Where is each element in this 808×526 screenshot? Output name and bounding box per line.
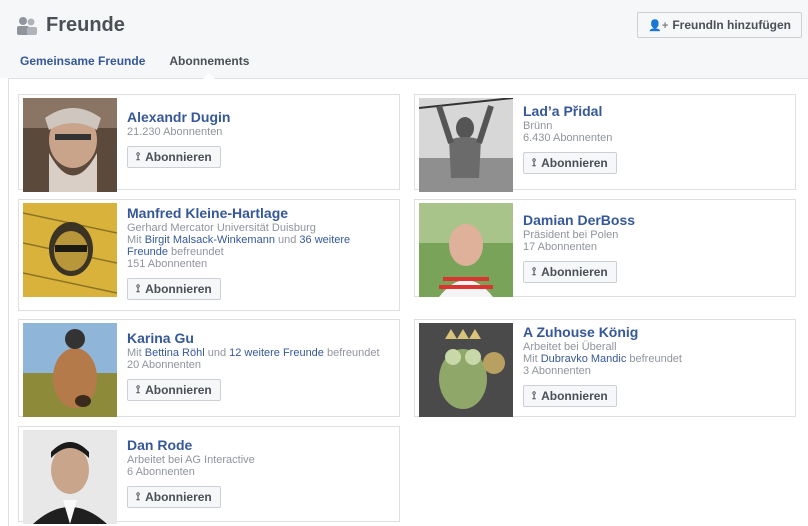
subscribe-label: Abonnieren — [145, 150, 212, 164]
more-friends-link[interactable]: 12 weitere Freunde — [229, 347, 324, 359]
rss-icon: ⟟ — [136, 283, 141, 295]
list-item: Alexandr Dugin 21.230 Abonnenten ⟟ Abonni… — [18, 94, 400, 192]
profile-photo[interactable] — [23, 98, 117, 192]
mutual-friend-link[interactable]: Birgit Malsack-Winkemann — [145, 234, 275, 246]
mutual-friend-link[interactable]: Dubravko Mandic — [541, 353, 627, 365]
rss-icon: ⟟ — [136, 151, 141, 163]
profile-photo[interactable] — [419, 323, 513, 417]
follower-count: 17 Abonnenten — [523, 241, 598, 253]
card-info: Manfred Kleine-Hartlage Gerhard Mercator… — [127, 205, 391, 300]
follower-count: 151 Abonnenten — [127, 258, 208, 270]
profile-photo[interactable] — [419, 203, 513, 297]
rss-icon: ⟟ — [532, 390, 537, 402]
subscribe-button[interactable]: ⟟ Abonnieren — [127, 379, 221, 401]
card-info: Damian DerBoss Präsident bei Polen 17 Ab… — [523, 212, 787, 283]
subscribe-button[interactable]: ⟟ Abonnieren — [523, 152, 617, 174]
profile-name[interactable]: Dan Rode — [127, 437, 391, 453]
location-text: Brünn — [523, 120, 553, 132]
follower-count: 20 Abonnenten — [127, 359, 202, 371]
card-info: A Zuhouse König Arbeitet bei Überall Mit… — [523, 324, 787, 407]
subscribe-label: Abonnieren — [145, 383, 212, 397]
subscribe-button[interactable]: ⟟ Abonnieren — [127, 278, 221, 300]
subscribe-label: Abonnieren — [541, 265, 608, 279]
list-item: Manfred Kleine-Hartlage Gerhard Mercator… — [18, 199, 400, 311]
workplace-text: Arbeitet bei AG Interactive — [127, 454, 255, 466]
profile-name[interactable]: Damian DerBoss — [523, 212, 787, 228]
left-border — [0, 78, 9, 526]
list-item: Dan Rode Arbeitet bei AG Interactive 6 A… — [18, 426, 400, 524]
subscribe-label: Abonnieren — [145, 490, 212, 504]
follower-count: 6 Abonnenten — [127, 466, 195, 478]
add-friend-label: FreundIn hinzufügen — [672, 18, 791, 32]
rss-icon: ⟟ — [136, 384, 141, 396]
workplace-text: Arbeitet bei Überall — [523, 341, 617, 353]
list-item: Damian DerBoss Präsident bei Polen 17 Ab… — [414, 199, 796, 297]
add-friend-icon: 👤+ — [648, 19, 669, 32]
subscribe-button[interactable]: ⟟ Abonnieren — [127, 146, 221, 168]
list-item: Lad’a Přidal Brünn 6.430 Abonnenten ⟟ Abo… — [414, 94, 796, 192]
follower-count: 6.430 Abonnenten — [523, 132, 613, 144]
profile-name[interactable]: Karina Gu — [127, 330, 391, 346]
add-friend-button[interactable]: 👤+ FreundIn hinzufügen — [637, 12, 802, 38]
card-info: Karina Gu Mit Bettina Röhl und 12 weiter… — [127, 330, 391, 401]
subscribe-label: Abonnieren — [541, 389, 608, 403]
friends-icon — [17, 16, 37, 35]
follower-count: 3 Abonnenten — [523, 365, 591, 377]
profile-name[interactable]: Manfred Kleine-Hartlage — [127, 205, 391, 221]
subscribe-button[interactable]: ⟟ Abonnieren — [127, 486, 221, 508]
subscribe-label: Abonnieren — [145, 282, 212, 296]
profile-photo[interactable] — [23, 323, 117, 417]
rss-icon: ⟟ — [136, 491, 141, 503]
tab-mutual-friends[interactable]: Gemeinsame Freunde — [20, 54, 145, 78]
card-info: Lad’a Přidal Brünn 6.430 Abonnenten ⟟ Abo… — [523, 103, 787, 174]
profile-photo[interactable] — [419, 98, 513, 192]
profile-photo[interactable] — [23, 430, 117, 524]
workplace-text: Präsident bei Polen — [523, 229, 619, 241]
subscribe-button[interactable]: ⟟ Abonnieren — [523, 261, 617, 283]
list-item: Karina Gu Mit Bettina Röhl und 12 weiter… — [18, 319, 400, 417]
rss-icon: ⟟ — [532, 157, 537, 169]
profile-photo[interactable] — [23, 203, 117, 297]
tab-bar: Gemeinsame Freunde Abonnements — [20, 54, 249, 79]
tab-subscriptions[interactable]: Abonnements — [169, 54, 249, 79]
follower-count: 21.230 Abonnenten — [127, 126, 223, 138]
mutual-friends-text: Mit Bettina Röhl und 12 weitere Freunde … — [127, 347, 380, 359]
title-wrap: Freunde — [16, 14, 125, 37]
profile-name[interactable]: Alexandr Dugin — [127, 109, 391, 125]
rss-icon: ⟟ — [532, 266, 537, 278]
workplace-text: Gerhard Mercator Universität Duisburg — [127, 222, 316, 234]
subscribe-label: Abonnieren — [541, 156, 608, 170]
profile-name[interactable]: A Zuhouse König — [523, 324, 787, 340]
page-header: Freunde 👤+ FreundIn hinzufügen Gemeinsam… — [0, 0, 808, 79]
mutual-friends-text: Mit Dubravko Mandic befreundet — [523, 353, 682, 365]
card-info: Alexandr Dugin 21.230 Abonnenten ⟟ Abonni… — [127, 109, 391, 168]
card-info: Dan Rode Arbeitet bei AG Interactive 6 A… — [127, 437, 391, 508]
page-title: Freunde — [46, 14, 125, 36]
list-item: A Zuhouse König Arbeitet bei Überall Mit… — [414, 319, 796, 417]
profile-name[interactable]: Lad’a Přidal — [523, 103, 787, 119]
mutual-friends-text: Mit Birgit Malsack-Winkemann und 36 weit… — [127, 234, 351, 258]
subscribe-button[interactable]: ⟟ Abonnieren — [523, 385, 617, 407]
mutual-friend-link[interactable]: Bettina Röhl — [145, 347, 205, 359]
